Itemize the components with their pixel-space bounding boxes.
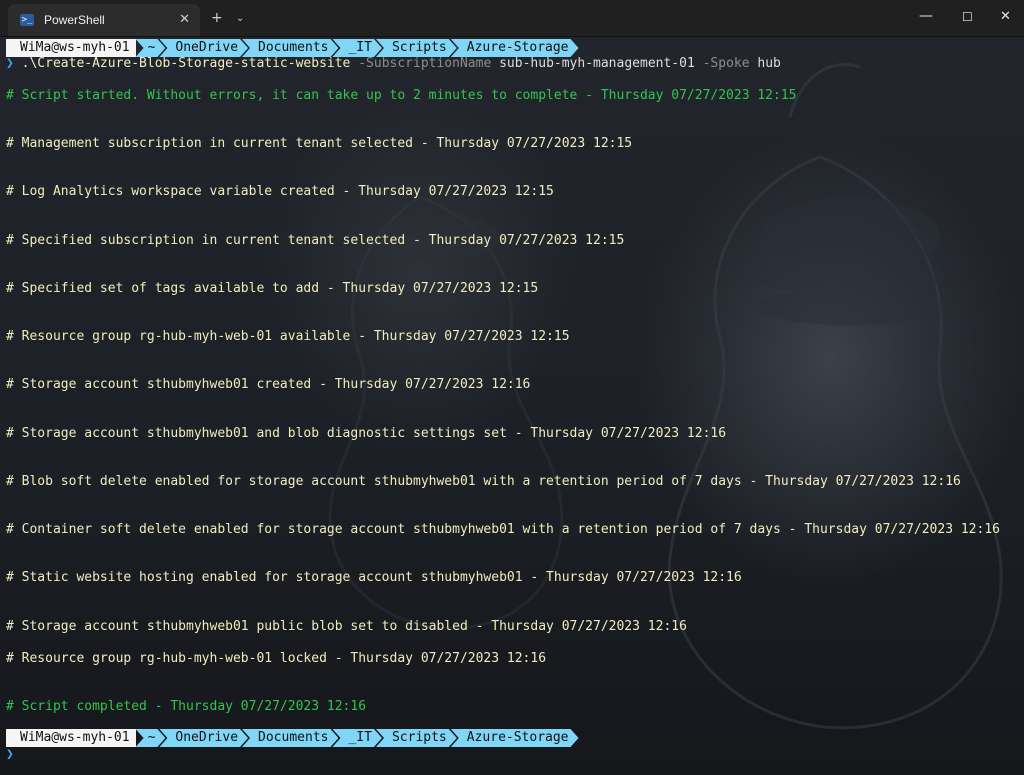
prompt-user: WiMa@ws-myh-01 [6, 729, 136, 747]
command-value-subscription: sub-hub-myh-management-01 [499, 56, 695, 71]
output-line: # Storage account sthubmyhweb01 created … [6, 377, 531, 392]
output-line: # Resource group rg-hub-myh-web-01 locke… [6, 651, 547, 666]
minimize-button[interactable]: — [919, 8, 933, 24]
output-line: # Static website hosting enabled for sto… [6, 570, 742, 585]
prompt-path-scripts: Scripts [376, 39, 457, 57]
tab-title: PowerShell [44, 13, 105, 27]
maximize-button[interactable]: ☐ [962, 10, 973, 24]
output-line: # Blob soft delete enabled for storage a… [6, 474, 961, 489]
output-line: # Specified subscription in current tena… [6, 233, 625, 248]
chevron-down-icon[interactable]: ⌄ [236, 13, 244, 24]
command-param-spoke: -Spoke [702, 56, 750, 71]
prompt-path-azure-storage: Azure-Storage [451, 39, 579, 57]
prompt-path-onedrive: OneDrive [159, 39, 248, 57]
prompt-path-documents: Documents [242, 729, 338, 747]
prompt-path-home: ~ [136, 39, 166, 57]
command-line[interactable]: ❯ .\Create-Azure-Blob-Storage-static-web… [6, 56, 781, 72]
close-button[interactable]: ✕ [1000, 9, 1011, 24]
prompt-user: WiMa@ws-myh-01 [6, 39, 136, 57]
title-bar: >_ PowerShell ✕ + ⌄ — ☐ ✕ [0, 0, 1024, 37]
prompt-path-it: _IT [332, 39, 381, 57]
command-script: .\Create-Azure-Blob-Storage-static-websi… [21, 56, 351, 71]
output-line: # Script started. Without errors, it can… [6, 88, 797, 103]
tab-close-icon[interactable]: ✕ [179, 12, 190, 27]
input-line[interactable]: ❯ [6, 747, 14, 763]
prompt-path-home: ~ [136, 729, 166, 747]
output-line: # Log Analytics workspace variable creat… [6, 184, 554, 199]
output-line: # Container soft delete enabled for stor… [6, 522, 1000, 537]
prompt-path-onedrive: OneDrive [159, 729, 248, 747]
command-param-subscription: -SubscriptionName [358, 56, 492, 71]
prompt-chevron-icon: ❯ [6, 747, 14, 762]
prompt-path-azure-storage: Azure-Storage [451, 729, 579, 747]
new-tab-button[interactable]: + [211, 10, 223, 26]
prompt-path-it: _IT [332, 729, 381, 747]
terminal-pane[interactable]: WiMa@ws-myh-01 ~ OneDrive Documents _IT … [0, 37, 1024, 775]
output-line: # Resource group rg-hub-myh-web-01 avail… [6, 329, 570, 344]
prompt-bar-bottom: WiMa@ws-myh-01 ~ OneDrive Documents _IT … [6, 729, 579, 747]
powershell-icon: >_ [20, 14, 34, 26]
prompt-path-scripts: Scripts [376, 729, 457, 747]
prompt-chevron-icon: ❯ [6, 56, 14, 71]
command-value-spoke: hub [757, 56, 781, 71]
output-line: # Management subscription in current ten… [6, 136, 633, 151]
output-line: # Storage account sthubmyhweb01 public b… [6, 619, 687, 634]
prompt-path-documents: Documents [242, 39, 338, 57]
tab-powershell[interactable]: >_ PowerShell ✕ [8, 4, 200, 36]
output-line: # Script completed - Thursday 07/27/2023… [6, 699, 367, 714]
prompt-bar-top: WiMa@ws-myh-01 ~ OneDrive Documents _IT … [6, 39, 579, 57]
output-line: # Specified set of tags available to add… [6, 281, 539, 296]
output-line: # Storage account sthubmyhweb01 and blob… [6, 426, 727, 441]
